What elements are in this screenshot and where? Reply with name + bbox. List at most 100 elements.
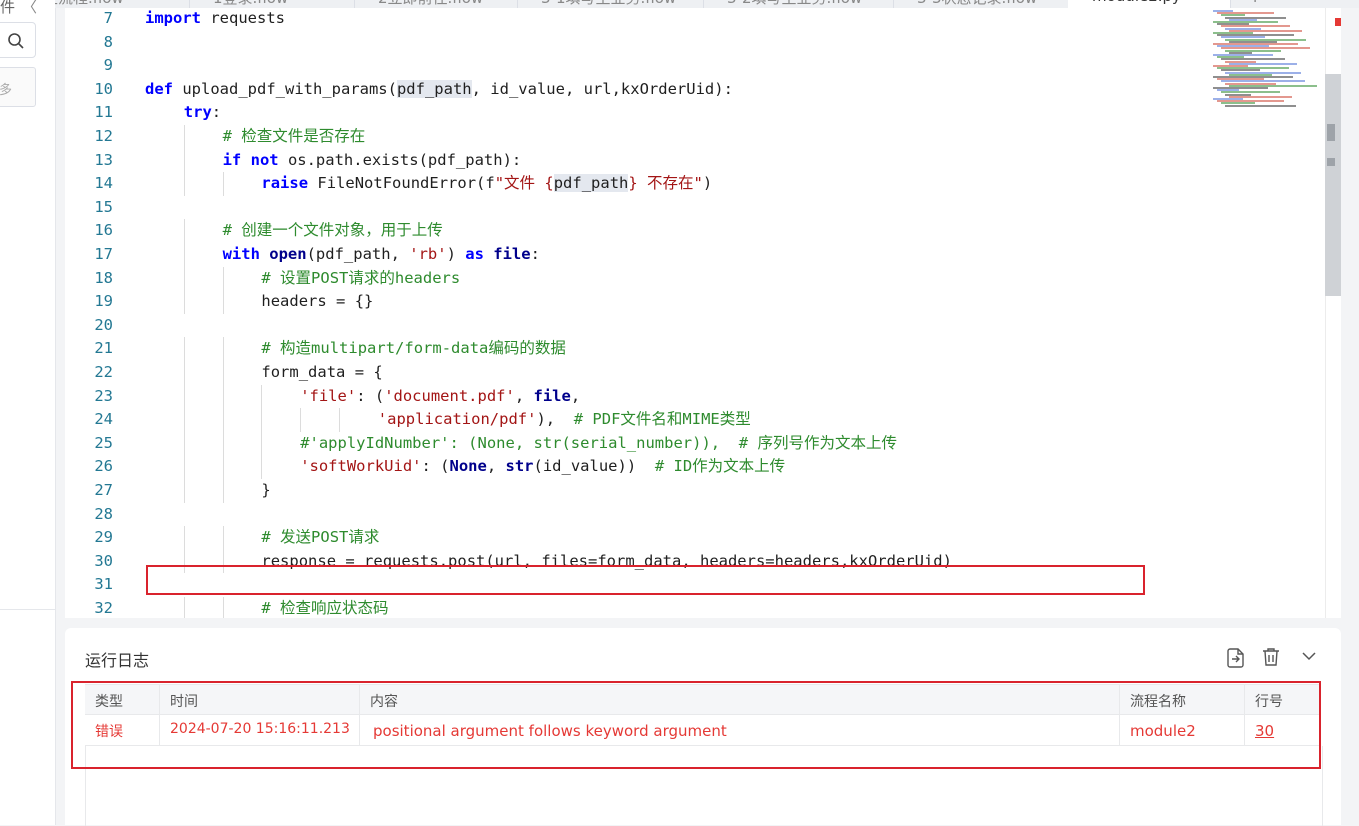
- code-token: raise: [261, 174, 309, 193]
- indent-guide: [183, 172, 185, 196]
- code-token: ,: [514, 386, 534, 405]
- line-number: 25: [94, 433, 113, 452]
- indent-guide: [183, 526, 185, 550]
- code-text: # 设置POST请求的headers: [261, 267, 460, 291]
- error-marker: [1335, 18, 1341, 26]
- code-token: # 构造multipart/form-data编码的数据: [261, 339, 566, 358]
- code-token: ): [446, 245, 466, 263]
- indent-guide: [183, 455, 185, 479]
- code-token: (pdf_path,: [306, 245, 410, 263]
- line-number: 22: [94, 363, 113, 381]
- indent-guide: [300, 408, 302, 432]
- code-token: form_data = {: [261, 363, 383, 381]
- code-token: not: [250, 150, 279, 169]
- indent-guide: [222, 455, 224, 479]
- tab-label: module2.py: [1092, 0, 1181, 5]
- indent-guide: [339, 408, 340, 432]
- indent-guide: [222, 172, 224, 196]
- indent-guide: [183, 148, 185, 173]
- code-token: } 不存在": [628, 174, 703, 193]
- line-number: 30: [94, 551, 113, 570]
- tab-label: 主流程.flow: [55, 0, 124, 8]
- tab-3[interactable]: 3-1填写主业务.flow: [517, 0, 704, 8]
- code-text: try:: [184, 101, 221, 125]
- export-icon[interactable]: [1227, 648, 1245, 672]
- indent-guide: [183, 384, 185, 409]
- code-token: :: [530, 245, 540, 263]
- line-number: 28: [94, 504, 113, 523]
- code-token: 'softWorkUid': [300, 457, 422, 476]
- code-token: import: [145, 9, 201, 27]
- sidebar-collapse-icon[interactable]: 〈: [22, 0, 37, 17]
- tab-6[interactable]: module2.py: [1068, 0, 1231, 8]
- line-number: 29: [94, 528, 113, 547]
- tab-5[interactable]: 3-3状态记录.flow: [893, 0, 1069, 8]
- code-token: : (: [421, 457, 450, 476]
- run-log-panel: 运行日志 类型 时间 内容 流程名称 行号 错误 2024-07-20 15:1…: [65, 628, 1341, 826]
- chevron-down-icon[interactable]: [1301, 648, 1317, 668]
- code-token: open: [269, 245, 307, 263]
- indent-guide: [183, 361, 185, 385]
- indent-guide: [222, 479, 224, 503]
- indent-guide: [222, 337, 224, 361]
- sidebar-top-label: 件: [0, 0, 16, 16]
- line-number: 31: [94, 575, 113, 594]
- code-token: # PDF文件名和MIME类型: [573, 410, 751, 429]
- code-text: import requests: [145, 8, 285, 31]
- log-highlight-box: [71, 681, 1321, 769]
- tab-label: 1登录.flow: [213, 0, 288, 8]
- tab-1[interactable]: 1登录.flow: [189, 0, 355, 8]
- indent-guide: [183, 479, 185, 503]
- indent-guide: [222, 431, 224, 456]
- tab-0[interactable]: 主流程.flow: [55, 0, 190, 8]
- indent-guide: [183, 431, 185, 456]
- line-number: 8: [103, 32, 113, 51]
- line-number: 7: [103, 9, 113, 27]
- code-text: with open(pdf_path, 'rb') as file:: [223, 243, 540, 267]
- code-token: pdf_path: [553, 174, 629, 193]
- sidebar-more-button[interactable]: 多: [0, 67, 36, 107]
- code-token: as: [465, 245, 484, 263]
- minimap-line: [1225, 104, 1296, 107]
- code-text: }: [261, 479, 270, 503]
- code-token: requests: [201, 9, 285, 27]
- code-token: upload_pdf_with_params(: [173, 79, 397, 98]
- tab-4[interactable]: 3-2填写主业务.flow: [703, 0, 894, 8]
- line-number: 23: [94, 386, 113, 405]
- line-number: 16: [94, 221, 113, 240]
- indent-guide: [222, 290, 224, 314]
- line-number: 15: [94, 197, 113, 216]
- scrollbar-marker: [1327, 124, 1335, 141]
- code-token: FileNotFoundError(f: [308, 174, 495, 193]
- indent-guide: [261, 455, 263, 479]
- line-number: 17: [94, 245, 113, 263]
- code-text: if not os.path.exists(pdf_path):: [223, 149, 522, 173]
- line-number: 24: [94, 410, 113, 429]
- editor-tab-bar: 主流程.flow 1登录.flow 2立即前往.flow 3-1填写主业务.flow 3…: [55, 0, 1359, 8]
- code-text: 'softWorkUid': (None, str(id_value)) # I…: [300, 455, 785, 479]
- indent-guide: [183, 597, 185, 618]
- tab-2[interactable]: 2立即前往.flow: [354, 0, 518, 8]
- code-token: # ID作为文本上传: [654, 457, 786, 476]
- add-tab-button[interactable]: +: [1248, 0, 1262, 7]
- indent-guide: [183, 290, 185, 314]
- line-number: 21: [94, 339, 113, 358]
- indent-guide: [183, 125, 185, 149]
- code-editor[interactable]: 7 import requests 8 9 10 def upload_pdf_with_…: [65, 8, 1341, 618]
- code-text: 'file': ('document.pdf', file,: [300, 385, 580, 409]
- trash-icon[interactable]: [1262, 647, 1280, 671]
- indent-guide: [183, 408, 185, 432]
- indent-guide: [222, 408, 224, 432]
- code-text: def upload_pdf_with_params(pdf_path, id_…: [145, 78, 733, 102]
- code-token: 'document.pdf': [384, 386, 515, 405]
- scrollbar-marker: [1327, 158, 1335, 166]
- code-token: ,: [486, 457, 506, 476]
- editor-scrollbar[interactable]: [1325, 74, 1341, 296]
- code-minimap[interactable]: [1213, 10, 1323, 110]
- code-token: # 设置POST请求的headers: [261, 268, 461, 287]
- code-token: 'file': [300, 386, 357, 405]
- indent-guide: [183, 337, 185, 361]
- sidebar-search-button[interactable]: [0, 22, 36, 58]
